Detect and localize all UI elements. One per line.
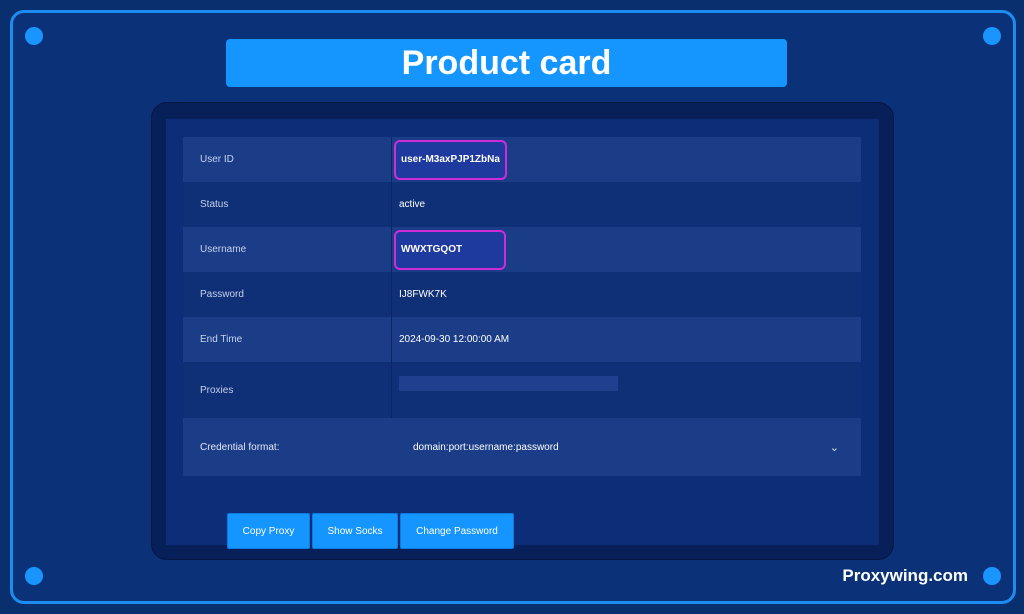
password-value: IJ8FWK7K xyxy=(399,289,447,300)
status-value: active xyxy=(399,199,426,210)
corner-dot xyxy=(983,27,1001,45)
proxies-list[interactable] xyxy=(399,376,618,391)
table-row-password: Password IJ8FWK7K xyxy=(183,272,861,317)
table-row-status: Status active xyxy=(183,182,861,227)
table-row-end-time: End Time 2024-09-30 12:00:00 AM xyxy=(183,317,861,362)
product-card: User ID user-M3axPJP1ZbNa Status active … xyxy=(151,102,894,560)
corner-dot xyxy=(25,27,43,45)
row-value: user-M3axPJP1ZbNa xyxy=(392,137,861,182)
page-title: Product card xyxy=(226,39,787,87)
chevron-down-icon[interactable]: ⌄ xyxy=(830,441,839,454)
row-label: Status xyxy=(183,182,392,227)
row-label: Password xyxy=(183,272,392,317)
show-socks-button[interactable]: Show Socks xyxy=(312,513,398,549)
user-id-value[interactable]: user-M3axPJP1ZbNa xyxy=(394,139,507,180)
row-label: User ID xyxy=(183,137,392,182)
credential-format-select[interactable]: domain:port:username:password ⌄ xyxy=(392,441,861,454)
end-time-value: 2024-09-30 12:00:00 AM xyxy=(399,334,510,345)
username-value[interactable]: WWXTGQOT xyxy=(394,229,506,270)
corner-dot xyxy=(983,567,1001,585)
credential-format-label: Credential format: xyxy=(200,441,280,453)
change-password-button[interactable]: Change Password xyxy=(400,513,514,549)
row-label: Proxies xyxy=(183,362,392,418)
details-table: User ID user-M3axPJP1ZbNa Status active … xyxy=(183,137,861,476)
card-body: User ID user-M3axPJP1ZbNa Status active … xyxy=(166,119,879,545)
action-buttons: Copy Proxy Show Socks Change Password xyxy=(227,513,514,549)
row-label: Username xyxy=(183,227,392,272)
corner-dot xyxy=(25,567,43,585)
credential-format-value: domain:port:username:password xyxy=(413,441,559,453)
copy-proxy-button[interactable]: Copy Proxy xyxy=(227,513,310,549)
row-value xyxy=(392,362,861,432)
brand-label: Proxywing.com xyxy=(842,566,968,585)
table-row-user-id: User ID user-M3axPJP1ZbNa xyxy=(183,137,861,182)
row-value: WWXTGQOT xyxy=(392,227,861,272)
table-row-username: Username WWXTGQOT xyxy=(183,227,861,272)
table-row-proxies: Proxies xyxy=(183,362,861,418)
row-label: End Time xyxy=(183,317,392,362)
